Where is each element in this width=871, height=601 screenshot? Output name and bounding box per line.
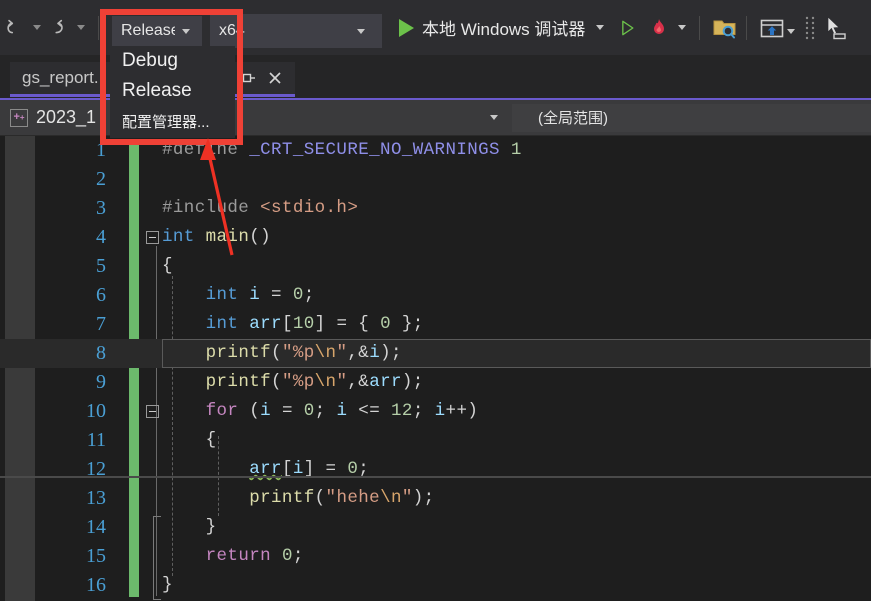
line-number: 3 bbox=[96, 197, 106, 219]
code-line[interactable]: 13 printf("hehe\n"); bbox=[0, 484, 871, 513]
undo-button[interactable] bbox=[4, 10, 26, 46]
line-number: 15 bbox=[86, 545, 106, 567]
solution-platform-combo[interactable]: x64 bbox=[210, 14, 382, 48]
code-line[interactable]: 7 int arr[10] = { 0 }; bbox=[0, 310, 871, 339]
code-line-text: #define _CRT_SECURE_NO_WARNINGS 1 bbox=[162, 140, 522, 160]
solution-configuration-caret[interactable] bbox=[182, 28, 190, 34]
line-number: 1 bbox=[96, 139, 106, 161]
find-in-files-button[interactable] bbox=[712, 10, 738, 46]
window-layout-caret[interactable] bbox=[787, 29, 796, 34]
code-line-text: arr[i] = 0; bbox=[249, 459, 370, 479]
project-selector-caret[interactable] bbox=[490, 115, 498, 120]
window-layout-button[interactable] bbox=[759, 10, 785, 46]
code-line-text: printf("hehe\n"); bbox=[249, 488, 435, 508]
dropdown-item-0[interactable]: Debug bbox=[110, 46, 235, 76]
code-line-text: int arr[10] = { 0 }; bbox=[205, 314, 424, 334]
solution-platform-caret[interactable] bbox=[357, 28, 365, 34]
window-home-icon bbox=[761, 19, 784, 37]
flame-icon bbox=[654, 18, 665, 34]
code-line[interactable]: 2 bbox=[0, 165, 871, 194]
code-line-text: for (i = 0; i <= 12; i++) bbox=[205, 401, 479, 421]
fold-collapse-icon[interactable] bbox=[146, 405, 159, 418]
toolbar-overflow-button[interactable] bbox=[804, 10, 816, 46]
solution-configuration-value: Release bbox=[121, 22, 175, 39]
hot-reload-button[interactable] bbox=[647, 10, 671, 46]
code-line[interactable]: 9 printf("%p\n",&arr); bbox=[0, 368, 871, 397]
line-number: 2 bbox=[96, 168, 106, 190]
redo-arrow-icon bbox=[55, 19, 63, 33]
line-number: 16 bbox=[86, 574, 106, 596]
start-debugging-label: 本地 Windows 调试器 bbox=[422, 20, 586, 39]
configuration-dropdown-menu[interactable]: Debug Release 配置管理器... bbox=[110, 46, 235, 138]
redo-button[interactable] bbox=[48, 10, 70, 46]
cursor-select-button[interactable] bbox=[820, 10, 847, 46]
code-line-text: { bbox=[162, 256, 173, 276]
line-number: 13 bbox=[86, 487, 106, 509]
start-without-debugging-button[interactable] bbox=[617, 10, 637, 46]
code-line-text: printf("%p\n",&arr); bbox=[205, 372, 424, 392]
close-x-icon[interactable] bbox=[267, 70, 283, 86]
code-line-text: printf("%p\n",&i); bbox=[205, 343, 402, 363]
play-triangle-icon bbox=[399, 18, 414, 37]
redo-dropdown-caret[interactable] bbox=[77, 25, 85, 30]
fold-collapse-icon[interactable] bbox=[146, 231, 159, 244]
code-line-text: int main() bbox=[162, 227, 272, 247]
code-line-text: #include <stdio.h> bbox=[162, 198, 359, 218]
line-number: 9 bbox=[96, 371, 106, 393]
code-line[interactable]: 15 return 0; bbox=[0, 542, 871, 571]
code-lines-container[interactable]: 1 #define _CRT_SECURE_NO_WARNINGS 1 2 3 #inc… bbox=[0, 136, 871, 601]
play-outline-icon bbox=[622, 20, 634, 35]
toolbar-overflow-dots-icon bbox=[806, 16, 815, 39]
code-line[interactable]: 1 #define _CRT_SECURE_NO_WARNINGS 1 bbox=[0, 136, 871, 165]
solution-configuration-combo[interactable]: Release bbox=[112, 16, 202, 46]
code-line[interactable]: 3 #include <stdio.h> bbox=[0, 194, 871, 223]
dropdown-item-2[interactable]: 配置管理器... bbox=[110, 106, 235, 136]
undo-dropdown-caret[interactable] bbox=[33, 25, 41, 30]
line-number: 10 bbox=[86, 400, 106, 422]
code-line-text: return 0; bbox=[205, 546, 304, 566]
code-line[interactable]: 6 int i = 0; bbox=[0, 281, 871, 310]
scope-selector-combo[interactable]: (全局范围) bbox=[512, 103, 871, 132]
visual-studio-window: 本地 Windows 调试器 Release x64 gs_report. + … bbox=[0, 0, 871, 601]
toolbar-separator-3 bbox=[746, 15, 748, 40]
code-line[interactable]: 4 int main() bbox=[0, 223, 871, 252]
code-line[interactable]: 10 for (i = 0; i <= 12; i++) bbox=[0, 397, 871, 426]
toolbar-separator bbox=[98, 15, 99, 40]
project-selector-value: 2023_1 bbox=[36, 107, 97, 127]
start-debugging-caret[interactable] bbox=[596, 25, 605, 30]
code-line-text: { bbox=[205, 430, 217, 450]
code-line-text: } bbox=[162, 575, 173, 595]
undo-arrow-icon bbox=[7, 19, 14, 33]
cursor-select-icon bbox=[828, 15, 847, 39]
code-line-text: int i = 0; bbox=[205, 285, 315, 305]
line-number: 8 bbox=[96, 342, 106, 364]
code-line[interactable]: 5{ bbox=[0, 252, 871, 281]
toolbar-separator-2 bbox=[699, 15, 701, 40]
line-number: 12 bbox=[86, 458, 106, 480]
scope-selector-value: (全局范围) bbox=[538, 110, 608, 127]
project-selector-combo[interactable]: + + 2023_1 bbox=[0, 103, 512, 132]
line-number: 5 bbox=[96, 255, 106, 277]
line-number: 6 bbox=[96, 284, 106, 306]
pin-icon[interactable] bbox=[241, 70, 257, 86]
line-number: 7 bbox=[96, 313, 106, 335]
document-tab-title: gs_report. bbox=[22, 68, 99, 87]
code-line[interactable]: 8 printf("%p\n",&i); bbox=[0, 339, 871, 368]
code-line[interactable]: 12 arr[i] = 0; bbox=[0, 455, 871, 484]
start-debugging-button[interactable]: 本地 Windows 调试器 bbox=[395, 8, 589, 48]
folder-search-icon bbox=[713, 20, 736, 38]
editor-divider-top bbox=[0, 476, 871, 478]
code-line[interactable]: 14 } bbox=[0, 513, 871, 542]
line-number: 14 bbox=[86, 516, 106, 538]
dropdown-item-1[interactable]: Release bbox=[110, 76, 235, 106]
code-line[interactable]: 11 { bbox=[0, 426, 871, 455]
solution-platform-value: x64 bbox=[219, 22, 245, 39]
line-number: 4 bbox=[96, 226, 106, 248]
code-line[interactable]: 16} bbox=[0, 571, 871, 600]
line-number: 11 bbox=[86, 429, 106, 451]
cpp-file-icon: + + bbox=[10, 108, 28, 127]
code-line-text: } bbox=[205, 517, 217, 537]
hot-reload-caret[interactable] bbox=[678, 25, 687, 30]
code-editor[interactable]: 1 #define _CRT_SECURE_NO_WARNINGS 1 2 3 #inc… bbox=[0, 136, 871, 601]
